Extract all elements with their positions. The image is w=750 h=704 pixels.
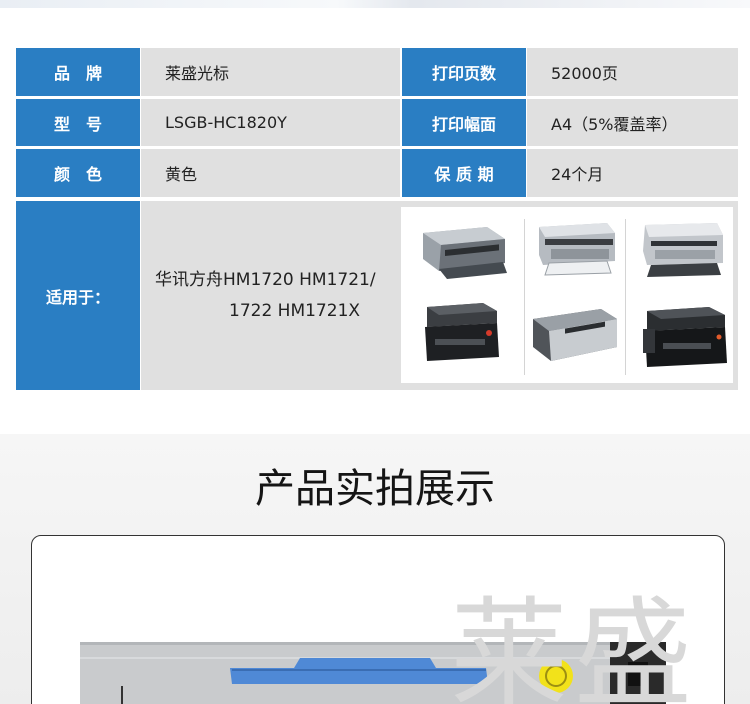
grid-divider <box>625 219 626 375</box>
warranty-value: 24个月 <box>527 149 738 197</box>
printer-photo-grid <box>401 207 733 383</box>
compat-line-2: 1722 HM1721X <box>229 300 361 321</box>
printer-image <box>643 307 727 367</box>
color-label: 颜 色 <box>16 149 140 197</box>
pages-label: 打印页数 <box>402 48 526 96</box>
brand-watermark: 莱盛 <box>450 585 699 704</box>
brand-label: 品 牌 <box>16 48 140 96</box>
model-label: 型 号 <box>16 99 140 146</box>
printer-image <box>423 227 507 279</box>
product-photo-section: 产品实拍展示 莱盛 <box>0 434 750 704</box>
printer-image <box>539 223 615 276</box>
printer-image <box>425 303 499 361</box>
section-title: 产品实拍展示 <box>255 466 495 512</box>
top-banner-strip <box>0 0 750 8</box>
format-label: 打印幅面 <box>402 99 526 146</box>
model-value: LSGB-HC1820Y <box>141 99 400 146</box>
product-photo-frame: 莱盛 <box>31 535 725 704</box>
printer-image <box>643 223 723 277</box>
brand-value: 莱盛光标 <box>141 48 400 96</box>
compat-label: 适用于： <box>16 201 140 390</box>
warranty-label: 保 质 期 <box>402 149 526 197</box>
pages-value: 52000页 <box>527 48 738 96</box>
grid-divider <box>524 219 525 375</box>
format-value: A4（5%覆盖率） <box>527 99 738 146</box>
printer-image <box>533 309 617 361</box>
compat-line-1: 华讯方舟HM1720 HM1721/ <box>155 269 376 290</box>
color-value: 黄色 <box>141 149 400 197</box>
